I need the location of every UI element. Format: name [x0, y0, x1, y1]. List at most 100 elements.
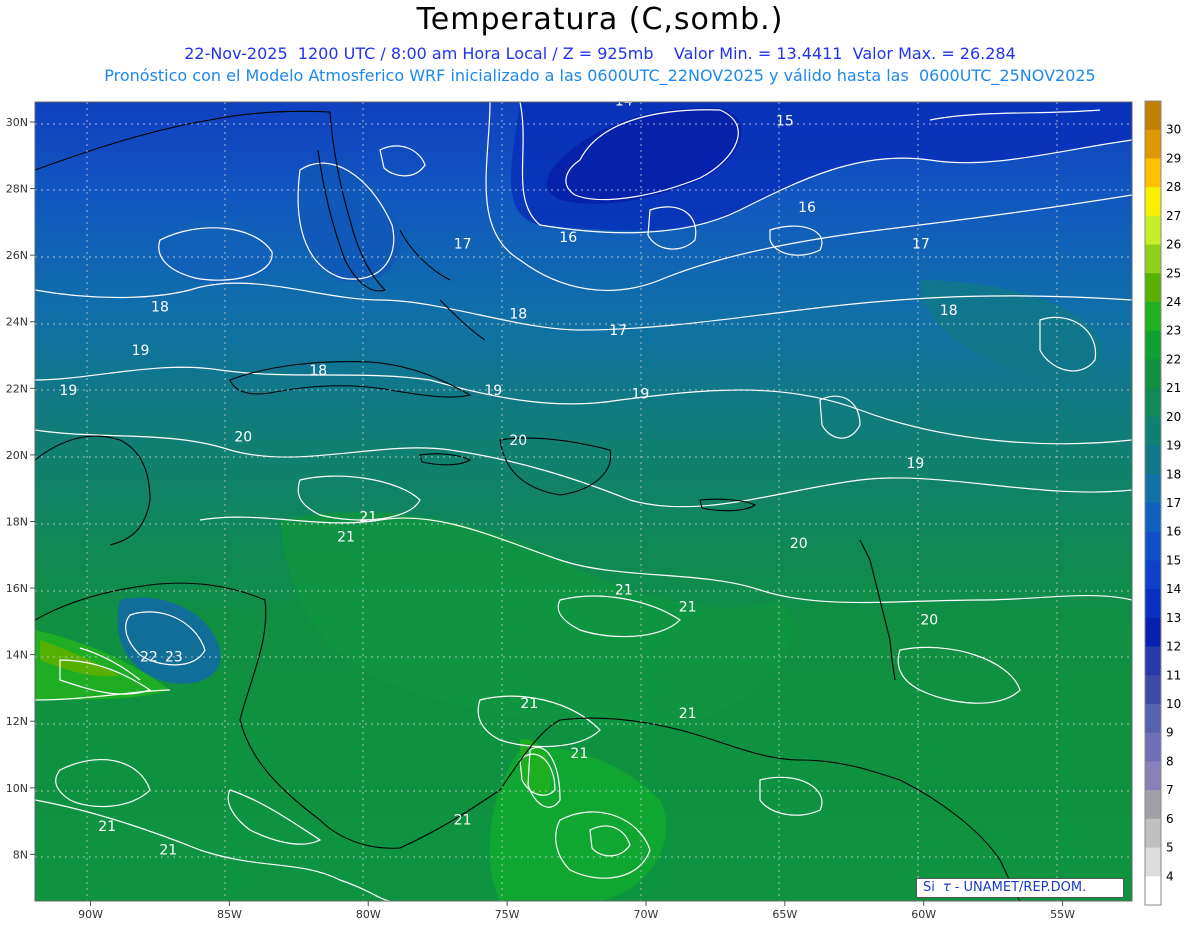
lat-tick-label: 18N	[6, 515, 28, 528]
lon-tick-label: 90W	[78, 908, 103, 921]
lon-tick-label: 70W	[634, 908, 659, 921]
colorbar-label: 27	[1166, 209, 1181, 223]
contour-label: 21	[337, 529, 355, 545]
colorbar-swatch	[1145, 704, 1161, 734]
colorbar-label: 28	[1166, 180, 1181, 194]
colorbar-label: 15	[1166, 553, 1181, 567]
contour-label: 23	[165, 649, 183, 665]
contour-label: 16	[798, 200, 816, 216]
colorbar-label: 26	[1166, 238, 1181, 252]
colorbar-label: 24	[1166, 295, 1181, 309]
colorbar-swatch	[1145, 273, 1161, 303]
colorbar-label: 6	[1166, 812, 1174, 826]
colorbar-swatch	[1145, 761, 1161, 791]
colorbar-swatch	[1145, 675, 1161, 705]
contour-label: 17	[454, 236, 472, 252]
colorbar-label: 23	[1166, 324, 1181, 338]
contour-label: 21	[520, 696, 538, 712]
colorbar-swatch	[1145, 876, 1161, 906]
credit-box: Si τ - UNAMET/REP.DOM.	[916, 878, 1124, 898]
lat-tick-label: 14N	[6, 649, 28, 662]
lat-tick-label: 28N	[6, 183, 28, 196]
colorbar-swatch	[1145, 244, 1161, 274]
colorbar-swatch	[1145, 531, 1161, 561]
colorbar: 30 29 28 27 26 25 24 23 22 21 20 19 18 17 16 15 14 13 12 11…	[1144, 100, 1181, 906]
colorbar-label: 29	[1166, 151, 1181, 165]
credit-text: - UNAMET/REP.DOM.	[954, 880, 1087, 895]
lat-tick-label: 22N	[6, 382, 28, 395]
lat-tick-label: 26N	[6, 249, 28, 262]
contour-label: 19	[484, 383, 502, 399]
colorbar-label: 22	[1166, 352, 1181, 366]
contour-label: 21	[679, 706, 697, 722]
colorbar-label: 14	[1166, 582, 1181, 596]
contour-label: 20	[790, 536, 808, 552]
colorbar-swatch	[1145, 617, 1161, 648]
contour-label: 21	[359, 509, 377, 525]
contour-label: 18	[509, 306, 527, 322]
lon-tick-label: 55W	[1050, 908, 1075, 921]
lon-tick-label: 80W	[356, 908, 381, 921]
colorbar-label: 17	[1166, 496, 1181, 510]
lat-tick-label: 30N	[6, 116, 28, 129]
colorbar-label: 10	[1166, 697, 1181, 711]
colorbar-swatch	[1145, 129, 1161, 159]
colorbar-swatch	[1145, 732, 1161, 762]
colorbar-label: 16	[1166, 525, 1181, 539]
colorbar-swatch	[1145, 445, 1161, 475]
tau-logo-icon: τ	[942, 880, 951, 895]
contour-label: 21	[615, 583, 633, 599]
colorbar-swatch	[1145, 302, 1161, 332]
lat-tick-label: 20N	[6, 449, 28, 462]
contour-label: 17	[609, 323, 627, 339]
contour-label: 19	[132, 343, 150, 359]
colorbar-label: 12	[1166, 640, 1181, 654]
colorbar-label: 5	[1166, 841, 1174, 855]
contour-label: 21	[159, 842, 177, 858]
colorbar-label: 4	[1166, 869, 1174, 883]
colorbar-label: 9	[1166, 726, 1174, 740]
contour-label: 20	[509, 433, 527, 449]
contour-label: 18	[151, 300, 169, 316]
longitude-axis: 90W 85W 80W 75W 70W 65W 60W 55W	[78, 901, 1075, 921]
lat-tick-label: 16N	[6, 582, 28, 595]
colorbar-label: 13	[1166, 611, 1181, 625]
colorbar-label: 20	[1166, 410, 1181, 424]
lon-tick-label: 65W	[772, 908, 797, 921]
colorbar-label: 21	[1166, 381, 1181, 395]
contour-label: 21	[570, 746, 588, 762]
contour-label: 18	[309, 363, 327, 379]
contour-label: 21	[98, 819, 116, 835]
contour-label: 17	[912, 236, 930, 252]
lon-tick-label: 75W	[495, 908, 520, 921]
contour-label: 22	[140, 649, 158, 665]
colorbar-swatch	[1145, 560, 1161, 590]
temperature-map: 14 15 16 16 17 17 17 18 18 18 18 19 19 19 19 19 20 20 20 20…	[6, 93, 1181, 921]
colorbar-swatch	[1145, 158, 1161, 188]
lat-tick-label: 12N	[6, 715, 28, 728]
lat-tick-label: 24N	[6, 316, 28, 329]
latitude-axis: 30N 28N 26N 24N 22N 20N 18N 16N 14N 12N 10N 8N	[6, 116, 35, 861]
colorbar-label: 18	[1166, 467, 1181, 481]
colorbar-swatch	[1145, 359, 1161, 389]
colorbar-label: 11	[1166, 668, 1181, 682]
colorbar-swatch	[1145, 818, 1161, 849]
contour-label: 14	[615, 93, 633, 109]
colorbar-swatch	[1145, 388, 1161, 418]
credit-si: Si	[923, 880, 935, 895]
lat-tick-label: 8N	[13, 848, 28, 861]
lon-tick-label: 85W	[217, 908, 242, 921]
contour-label: 21	[454, 812, 472, 828]
contour-label: 16	[559, 230, 577, 246]
colorbar-label: 30	[1166, 123, 1181, 137]
colorbar-swatch	[1145, 847, 1161, 877]
colorbar-label: 7	[1166, 783, 1174, 797]
colorbar-swatch	[1145, 646, 1161, 676]
lon-tick-label: 60W	[911, 908, 936, 921]
contour-label: 19	[906, 456, 924, 472]
colorbar-swatch	[1145, 330, 1161, 360]
contour-label: 18	[940, 303, 958, 319]
contour-label: 20	[920, 613, 938, 629]
colorbar-label: 25	[1166, 266, 1181, 280]
lat-tick-label: 10N	[6, 782, 28, 795]
